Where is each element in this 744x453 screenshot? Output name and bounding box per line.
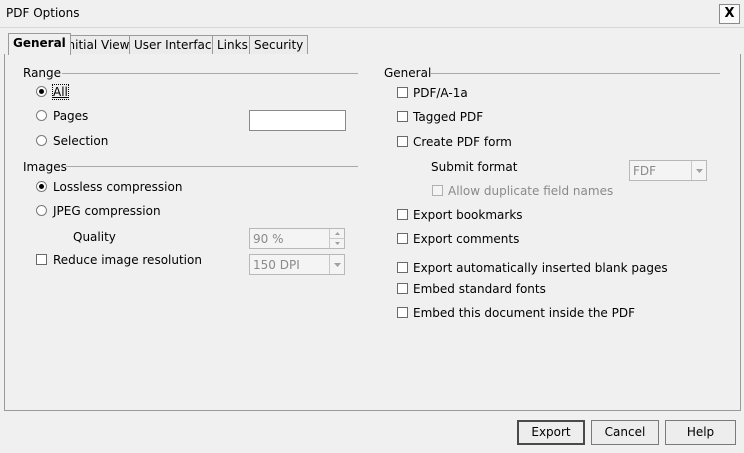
radio-jpeg[interactable] [36,205,47,216]
radio-selection-label[interactable]: Selection [53,134,108,148]
create-form-checkbox[interactable] [397,136,408,147]
export-button[interactable]: Export [517,420,585,445]
range-divider [62,73,358,74]
resolution-dropdown-button[interactable] [329,255,344,274]
export-blank-pages-label[interactable]: Export automatically inserted blank page… [413,261,668,275]
radio-pages[interactable] [36,110,47,121]
chevron-down-icon [334,263,341,267]
images-heading: Images [23,160,67,174]
quality-label: Quality [73,230,116,244]
create-form-label[interactable]: Create PDF form [413,135,512,149]
pages-input[interactable] [249,110,346,131]
cancel-button[interactable]: Cancel [591,420,659,445]
export-comments-checkbox[interactable] [397,233,408,244]
close-icon: X [724,6,735,21]
embed-document-checkbox[interactable] [397,307,408,318]
radio-selection[interactable] [36,135,47,146]
window-title: PDF Options [6,6,80,20]
reduce-resolution-label[interactable]: Reduce image resolution [53,253,202,267]
title-bar [0,0,744,28]
radio-jpeg-label[interactable]: JPEG compression [53,204,161,218]
embed-fonts-label[interactable]: Embed standard fonts [413,282,546,296]
help-button[interactable]: Help [665,420,736,445]
tagged-pdf-checkbox[interactable] [397,111,408,122]
chevron-down-icon [696,169,703,173]
export-blank-pages-checkbox[interactable] [397,262,408,273]
radio-pages-label[interactable]: Pages [53,109,88,123]
radio-all-label[interactable]: All [52,84,69,100]
tab-links[interactable]: Links [212,35,253,54]
resolution-value: 150 DPI [253,258,300,272]
tab-security[interactable]: Security [249,35,309,54]
general-heading: General [384,66,432,80]
submit-format-dropdown[interactable]: FDF [629,160,707,181]
export-comments-label[interactable]: Export comments [413,232,519,246]
embed-fonts-checkbox[interactable] [397,283,408,294]
submit-format-label: Submit format [431,160,518,174]
export-bookmarks-label[interactable]: Export bookmarks [413,208,523,222]
range-heading: Range [23,66,62,80]
pdfa-label[interactable]: PDF/A-1a [413,86,468,100]
images-divider [66,166,358,167]
export-bookmarks-checkbox[interactable] [397,209,408,220]
tagged-pdf-label[interactable]: Tagged PDF [413,110,483,124]
tab-user-interface[interactable]: User Interface [129,35,224,54]
radio-all[interactable] [36,86,47,97]
resolution-dropdown[interactable]: 150 DPI [249,254,345,275]
allow-duplicate-checkbox[interactable] [432,185,443,196]
radio-lossless-label[interactable]: Lossless compression [53,180,182,194]
tab-general[interactable]: General [8,33,71,55]
submit-format-value: FDF [633,164,657,178]
general-divider [430,73,720,74]
quality-spin-buttons[interactable] [329,229,345,248]
pdfa-checkbox[interactable] [397,87,408,98]
allow-duplicate-label[interactable]: Allow duplicate field names [448,184,613,198]
embed-document-label[interactable]: Embed this document inside the PDF [413,306,635,320]
quality-spinbox[interactable]: 90 % [249,228,345,249]
radio-lossless[interactable] [36,181,47,192]
spin-arrows-icon [330,232,345,245]
close-button[interactable]: X [719,4,740,24]
quality-value: 90 % [253,232,284,246]
reduce-resolution-checkbox[interactable] [36,254,47,265]
submit-format-dropdown-button[interactable] [691,161,706,180]
